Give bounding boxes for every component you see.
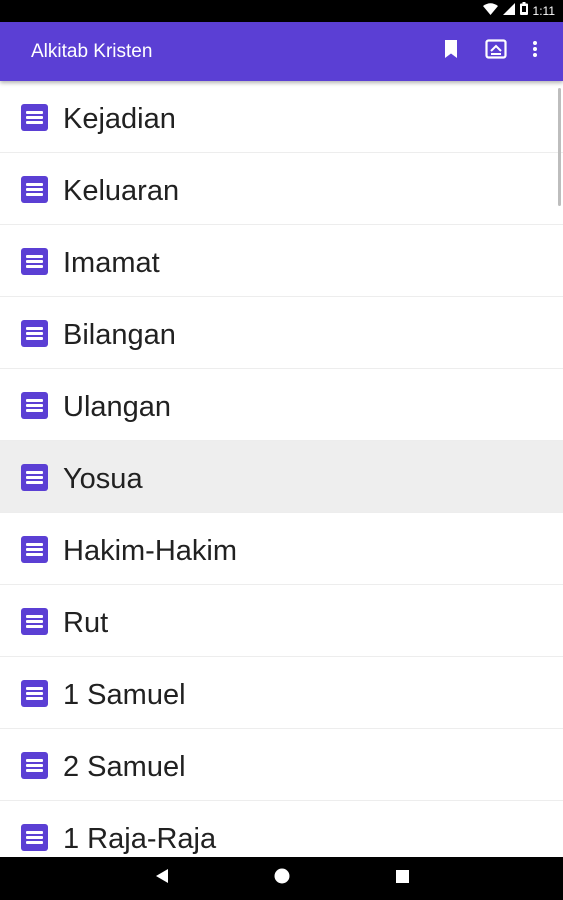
book-label: 1 Samuel xyxy=(63,679,186,711)
book-list[interactable]: Kejadian Keluaran Imamat Bilangan Ulanga… xyxy=(0,81,563,857)
book-item-ulangan[interactable]: Ulangan xyxy=(0,369,563,441)
back-button[interactable] xyxy=(137,857,187,900)
battery-icon xyxy=(519,2,528,20)
app-title: Alkitab Kristen xyxy=(31,41,153,62)
book-label: Ulangan xyxy=(63,391,172,423)
book-menu-icon xyxy=(21,608,48,635)
book-menu-icon xyxy=(21,680,48,707)
book-item-bilangan[interactable]: Bilangan xyxy=(0,297,563,369)
book-menu-icon xyxy=(21,752,48,779)
bookmark-icon xyxy=(444,40,458,63)
book-item-keluaran[interactable]: Keluaran xyxy=(0,153,563,225)
book-menu-icon xyxy=(21,824,48,851)
more-vert-icon xyxy=(533,41,537,62)
book-label: 1 Raja-Raja xyxy=(63,823,217,855)
book-item-yosua[interactable]: Yosua xyxy=(0,441,563,513)
book-item-imamat[interactable]: Imamat xyxy=(0,225,563,297)
wifi-icon xyxy=(482,2,498,20)
back-icon xyxy=(156,869,168,888)
status-time: 1:11 xyxy=(532,4,555,18)
book-label: Yosua xyxy=(63,463,143,495)
book-menu-icon xyxy=(21,104,48,131)
home-button[interactable] xyxy=(257,857,307,900)
book-item-1-raja-raja[interactable]: 1 Raja-Raja xyxy=(0,801,563,857)
file-export-button[interactable] xyxy=(476,22,516,81)
app-bar: Alkitab Kristen xyxy=(0,22,563,81)
book-item-rut[interactable]: Rut xyxy=(0,585,563,657)
book-menu-icon xyxy=(21,464,48,491)
recents-button[interactable] xyxy=(377,857,427,900)
book-item-hakim-hakim[interactable]: Hakim-Hakim xyxy=(0,513,563,585)
book-item-2-samuel[interactable]: 2 Samuel xyxy=(0,729,563,801)
book-menu-icon xyxy=(21,392,48,419)
book-label: Keluaran xyxy=(63,175,180,207)
home-icon xyxy=(274,868,290,889)
list-scrollbar[interactable] xyxy=(558,88,561,206)
book-label: Kejadian xyxy=(63,103,176,135)
nav-bar xyxy=(0,857,563,900)
status-bar: 1:11 xyxy=(0,0,563,22)
book-menu-icon xyxy=(21,248,48,275)
recents-icon xyxy=(395,869,409,888)
book-menu-icon xyxy=(21,536,48,563)
book-label: 2 Samuel xyxy=(63,751,186,783)
book-label: Rut xyxy=(63,607,109,639)
book-menu-icon xyxy=(21,176,48,203)
book-label: Imamat xyxy=(63,247,160,279)
book-item-kejadian[interactable]: Kejadian xyxy=(0,81,563,153)
screen: 1:11 Alkitab Kristen Kejadian Keluaran I… xyxy=(0,0,563,900)
signal-icon xyxy=(502,2,515,20)
book-label: Bilangan xyxy=(63,319,176,351)
book-item-1-samuel[interactable]: 1 Samuel xyxy=(0,657,563,729)
file-export-icon xyxy=(485,39,507,64)
more-options-button[interactable] xyxy=(515,22,555,81)
status-icons: 1:11 xyxy=(482,2,555,20)
book-label: Hakim-Hakim xyxy=(63,535,237,567)
book-menu-icon xyxy=(21,320,48,347)
bookmark-button[interactable] xyxy=(431,22,471,81)
